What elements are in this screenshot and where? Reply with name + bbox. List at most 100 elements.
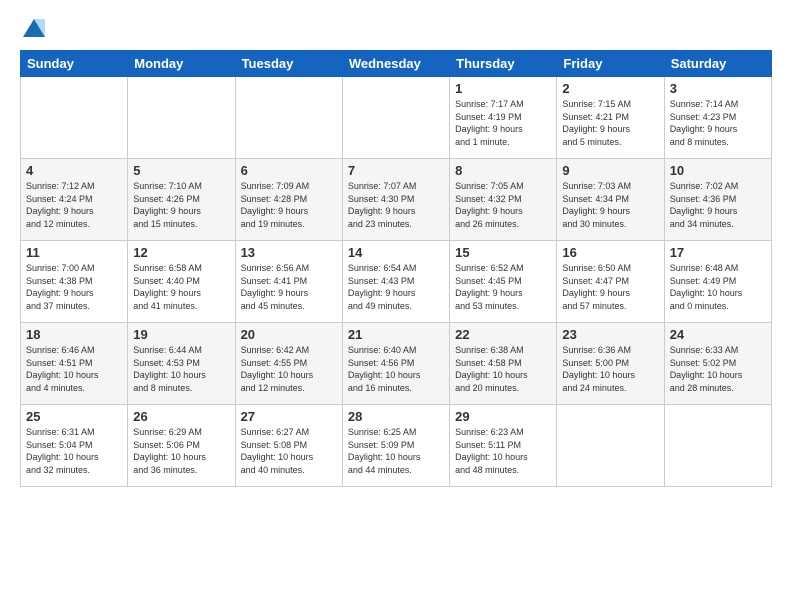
day-info: Sunrise: 7:15 AMSunset: 4:21 PMDaylight:… (562, 98, 658, 148)
day-info: Sunrise: 6:31 AMSunset: 5:04 PMDaylight:… (26, 426, 122, 476)
day-info: Sunrise: 6:33 AMSunset: 5:02 PMDaylight:… (670, 344, 766, 394)
table-row: 9 Sunrise: 7:03 AMSunset: 4:34 PMDaylight… (557, 159, 664, 241)
day-info: Sunrise: 7:14 AMSunset: 4:23 PMDaylight:… (670, 98, 766, 148)
day-number: 19 (133, 327, 229, 342)
day-info: Sunrise: 7:17 AMSunset: 4:19 PMDaylight:… (455, 98, 551, 148)
day-number: 28 (348, 409, 444, 424)
table-row (21, 77, 128, 159)
table-row: 14 Sunrise: 6:54 AMSunset: 4:43 PMDayligh… (342, 241, 449, 323)
day-number: 5 (133, 163, 229, 178)
day-number: 26 (133, 409, 229, 424)
table-row: 22 Sunrise: 6:38 AMSunset: 4:58 PMDayligh… (450, 323, 557, 405)
col-monday: Monday (128, 51, 235, 77)
col-friday: Friday (557, 51, 664, 77)
table-row: 5 Sunrise: 7:10 AMSunset: 4:26 PMDaylight… (128, 159, 235, 241)
calendar-week-row: 1 Sunrise: 7:17 AMSunset: 4:19 PMDaylight… (21, 77, 772, 159)
day-info: Sunrise: 6:29 AMSunset: 5:06 PMDaylight:… (133, 426, 229, 476)
day-info: Sunrise: 6:44 AMSunset: 4:53 PMDaylight:… (133, 344, 229, 394)
table-row: 15 Sunrise: 6:52 AMSunset: 4:45 PMDayligh… (450, 241, 557, 323)
header (20, 15, 772, 42)
page: Sunday Monday Tuesday Wednesday Thursday… (0, 0, 792, 612)
table-row: 23 Sunrise: 6:36 AMSunset: 5:00 PMDayligh… (557, 323, 664, 405)
day-info: Sunrise: 7:09 AMSunset: 4:28 PMDaylight:… (241, 180, 337, 230)
day-info: Sunrise: 7:05 AMSunset: 4:32 PMDaylight:… (455, 180, 551, 230)
day-info: Sunrise: 6:56 AMSunset: 4:41 PMDaylight:… (241, 262, 337, 312)
table-row (342, 77, 449, 159)
day-info: Sunrise: 7:02 AMSunset: 4:36 PMDaylight:… (670, 180, 766, 230)
table-row (664, 405, 771, 487)
day-number: 11 (26, 245, 122, 260)
table-row: 28 Sunrise: 6:25 AMSunset: 5:09 PMDayligh… (342, 405, 449, 487)
table-row (128, 77, 235, 159)
table-row: 11 Sunrise: 7:00 AMSunset: 4:38 PMDayligh… (21, 241, 128, 323)
calendar-week-row: 25 Sunrise: 6:31 AMSunset: 5:04 PMDayligh… (21, 405, 772, 487)
table-row: 18 Sunrise: 6:46 AMSunset: 4:51 PMDayligh… (21, 323, 128, 405)
day-info: Sunrise: 6:58 AMSunset: 4:40 PMDaylight:… (133, 262, 229, 312)
table-row: 7 Sunrise: 7:07 AMSunset: 4:30 PMDaylight… (342, 159, 449, 241)
calendar-table: Sunday Monday Tuesday Wednesday Thursday… (20, 50, 772, 487)
day-info: Sunrise: 6:50 AMSunset: 4:47 PMDaylight:… (562, 262, 658, 312)
day-number: 14 (348, 245, 444, 260)
col-sunday: Sunday (21, 51, 128, 77)
day-number: 18 (26, 327, 122, 342)
day-info: Sunrise: 6:48 AMSunset: 4:49 PMDaylight:… (670, 262, 766, 312)
table-row: 4Sunrise: 7:12 AMSunset: 4:24 PMDaylight… (21, 159, 128, 241)
day-number: 27 (241, 409, 337, 424)
day-number: 29 (455, 409, 551, 424)
table-row: 10Sunrise: 7:02 AMSunset: 4:36 PMDayligh… (664, 159, 771, 241)
day-number: 16 (562, 245, 658, 260)
table-row: 25 Sunrise: 6:31 AMSunset: 5:04 PMDayligh… (21, 405, 128, 487)
day-number: 15 (455, 245, 551, 260)
logo (20, 15, 45, 42)
day-info: Sunrise: 7:07 AMSunset: 4:30 PMDaylight:… (348, 180, 444, 230)
table-row: 13Sunrise: 6:56 AMSunset: 4:41 PMDayligh… (235, 241, 342, 323)
day-info: Sunrise: 6:27 AMSunset: 5:08 PMDaylight:… (241, 426, 337, 476)
calendar-week-row: 18 Sunrise: 6:46 AMSunset: 4:51 PMDayligh… (21, 323, 772, 405)
day-info: Sunrise: 6:25 AMSunset: 5:09 PMDaylight:… (348, 426, 444, 476)
day-number: 2 (562, 81, 658, 96)
col-wednesday: Wednesday (342, 51, 449, 77)
day-number: 8 (455, 163, 551, 178)
day-info: Sunrise: 7:10 AMSunset: 4:26 PMDaylight:… (133, 180, 229, 230)
day-info: Sunrise: 6:38 AMSunset: 4:58 PMDaylight:… (455, 344, 551, 394)
calendar-week-row: 4Sunrise: 7:12 AMSunset: 4:24 PMDaylight… (21, 159, 772, 241)
calendar-week-row: 11 Sunrise: 7:00 AMSunset: 4:38 PMDayligh… (21, 241, 772, 323)
day-info: Sunrise: 6:40 AMSunset: 4:56 PMDaylight:… (348, 344, 444, 394)
day-number: 1 (455, 81, 551, 96)
table-row: 27 Sunrise: 6:27 AMSunset: 5:08 PMDayligh… (235, 405, 342, 487)
day-info: Sunrise: 7:03 AMSunset: 4:34 PMDaylight:… (562, 180, 658, 230)
day-info: Sunrise: 6:36 AMSunset: 5:00 PMDaylight:… (562, 344, 658, 394)
table-row: 20 Sunrise: 6:42 AMSunset: 4:55 PMDayligh… (235, 323, 342, 405)
table-row: 29Sunrise: 6:23 AMSunset: 5:11 PMDayligh… (450, 405, 557, 487)
table-row: 17 Sunrise: 6:48 AMSunset: 4:49 PMDayligh… (664, 241, 771, 323)
day-number: 22 (455, 327, 551, 342)
day-info: Sunrise: 6:52 AMSunset: 4:45 PMDaylight:… (455, 262, 551, 312)
table-row (235, 77, 342, 159)
day-number: 21 (348, 327, 444, 342)
table-row: 21 Sunrise: 6:40 AMSunset: 4:56 PMDayligh… (342, 323, 449, 405)
day-number: 20 (241, 327, 337, 342)
table-row: 12 Sunrise: 6:58 AMSunset: 4:40 PMDayligh… (128, 241, 235, 323)
calendar-header-row: Sunday Monday Tuesday Wednesday Thursday… (21, 51, 772, 77)
day-info: Sunrise: 6:42 AMSunset: 4:55 PMDaylight:… (241, 344, 337, 394)
col-tuesday: Tuesday (235, 51, 342, 77)
day-number: 7 (348, 163, 444, 178)
table-row: 26 Sunrise: 6:29 AMSunset: 5:06 PMDayligh… (128, 405, 235, 487)
day-number: 25 (26, 409, 122, 424)
col-saturday: Saturday (664, 51, 771, 77)
day-number: 6 (241, 163, 337, 178)
col-thursday: Thursday (450, 51, 557, 77)
day-number: 3 (670, 81, 766, 96)
day-number: 17 (670, 245, 766, 260)
table-row: 3 Sunrise: 7:14 AMSunset: 4:23 PMDaylight… (664, 77, 771, 159)
day-info: Sunrise: 6:54 AMSunset: 4:43 PMDaylight:… (348, 262, 444, 312)
day-number: 9 (562, 163, 658, 178)
table-row: 19 Sunrise: 6:44 AMSunset: 4:53 PMDayligh… (128, 323, 235, 405)
day-number: 23 (562, 327, 658, 342)
day-number: 12 (133, 245, 229, 260)
table-row: 24 Sunrise: 6:33 AMSunset: 5:02 PMDayligh… (664, 323, 771, 405)
day-info: Sunrise: 7:12 AMSunset: 4:24 PMDaylight:… (26, 180, 122, 230)
day-info: Sunrise: 7:00 AMSunset: 4:38 PMDaylight:… (26, 262, 122, 312)
day-info: Sunrise: 6:46 AMSunset: 4:51 PMDaylight:… (26, 344, 122, 394)
day-number: 24 (670, 327, 766, 342)
